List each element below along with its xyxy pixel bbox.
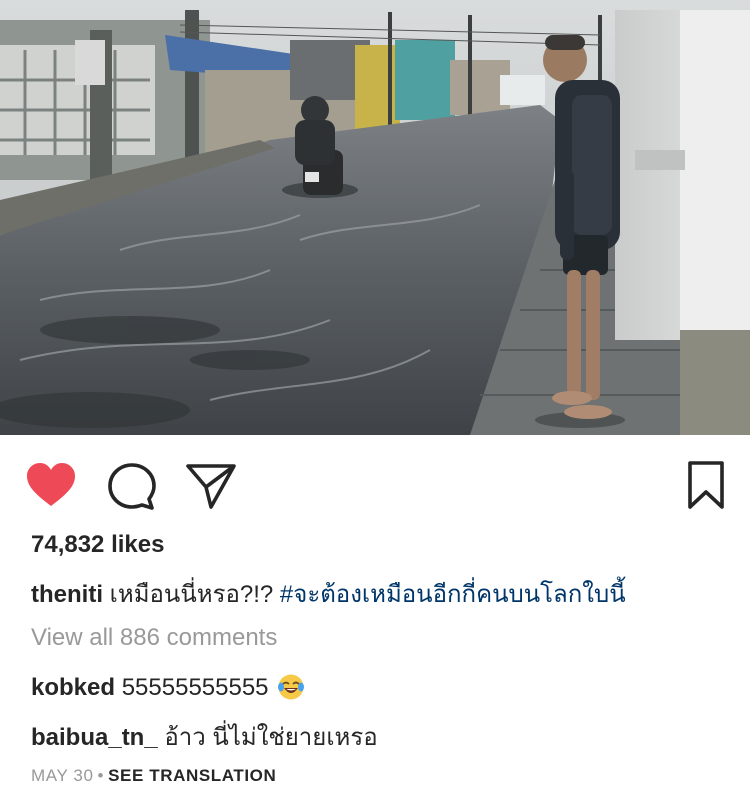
paper-plane-icon[interactable] [185, 460, 237, 512]
heart-icon[interactable] [25, 460, 77, 512]
post-caption: theniti เหมือนนี่หรอ?!? #จะต้องเหมือนอีก… [31, 580, 730, 610]
caption-username[interactable]: theniti [31, 581, 103, 608]
view-all-comments-link[interactable]: View all 886 comments [31, 623, 730, 653]
bookmark-icon[interactable] [680, 460, 732, 512]
post-meta: MAY 30 • SEE TRANSLATION [31, 766, 276, 786]
comment-text: 55555555555 [121, 674, 269, 701]
comment-item: baibua_tn_ อ้าว นี่ไม่ใช่ยายเหรอ [31, 723, 730, 753]
separator-dot: • [97, 766, 105, 785]
caption-hashtag[interactable]: #จะต้องเหมือนอีกกี่คนบนโลกใบนี้ [280, 581, 626, 608]
post-photo[interactable] [0, 0, 750, 435]
comment-username[interactable]: kobked [31, 674, 115, 701]
post-action-bar [0, 435, 750, 530]
street-flood-scene [0, 0, 750, 435]
face-with-tears-of-joy-icon [278, 674, 305, 700]
comment-item: kobked 55555555555 [31, 673, 730, 703]
caption-text: เหมือนนี่หรอ?!? [109, 581, 274, 608]
comment-username[interactable]: baibua_tn_ [31, 724, 158, 751]
see-translation-link[interactable]: SEE TRANSLATION [108, 766, 276, 785]
post-date: MAY 30 [31, 766, 94, 785]
comment-bubble-icon[interactable] [106, 460, 158, 512]
likes-count[interactable]: 74,832 likes [31, 530, 730, 560]
comment-text: อ้าว นี่ไม่ใช่ยายเหรอ [164, 724, 378, 751]
